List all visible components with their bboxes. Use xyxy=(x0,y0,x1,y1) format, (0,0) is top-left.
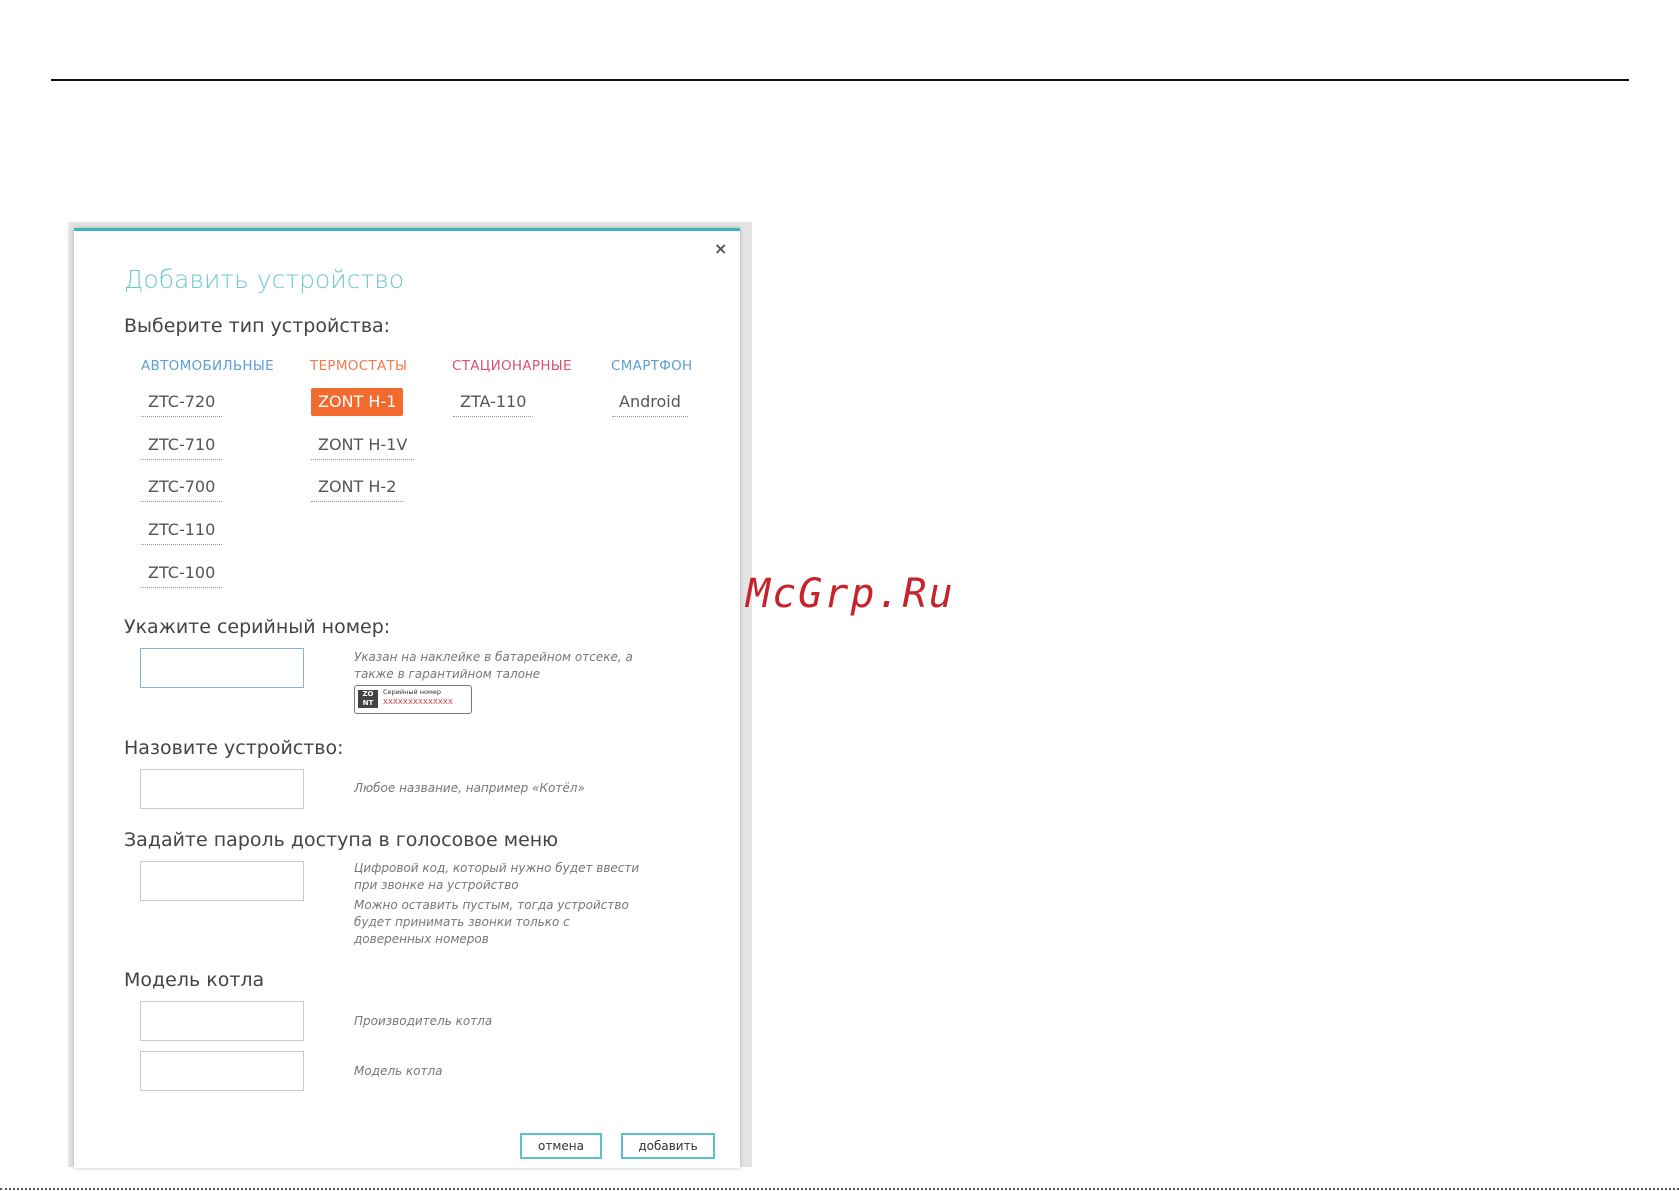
device-name-label: Назовите устройство: xyxy=(124,737,344,759)
serial-label: Укажите серийный номер: xyxy=(124,616,391,638)
device-zont-h1[interactable]: ZONT H-1 xyxy=(311,388,404,416)
zont-logo-icon: ZO NT xyxy=(358,690,378,708)
boiler-label: Модель котла xyxy=(124,969,265,991)
close-icon[interactable]: × xyxy=(714,239,727,258)
device-ztc-110[interactable]: ZTC-110 xyxy=(141,516,223,545)
serial-sticker-caption: Серийный номер xyxy=(383,688,442,696)
serial-hint: Указан на наклейке в батарейном отсеке, … xyxy=(354,650,633,681)
category-auto: АВТОМОБИЛЬНЫЕ xyxy=(141,358,274,374)
cancel-button[interactable]: отмена xyxy=(520,1133,602,1159)
category-smartphone: СМАРТФОН xyxy=(611,358,693,374)
add-button[interactable]: добавить xyxy=(621,1133,715,1159)
password-hint-1: Цифровой код, который нужно будет ввести… xyxy=(354,861,640,892)
boiler-manufacturer-hint: Производитель котла xyxy=(354,1014,493,1028)
device-zont-h1v[interactable]: ZONT H-1V xyxy=(311,431,415,460)
device-ztc-100[interactable]: ZTC-100 xyxy=(141,559,223,588)
password-label: Задайте пароль доступа в голосовое меню xyxy=(124,829,559,851)
serial-sticker-number: XXXXXXXXXXXXXX xyxy=(383,698,453,706)
device-name-input[interactable] xyxy=(140,769,304,809)
boiler-manufacturer-input[interactable] xyxy=(140,1001,304,1041)
category-thermostats: ТЕРМОСТАТЫ xyxy=(310,358,408,374)
device-ztc-700[interactable]: ZTC-700 xyxy=(141,473,223,502)
top-divider xyxy=(51,79,1629,81)
device-ztc-720[interactable]: ZTC-720 xyxy=(141,388,223,417)
add-device-dialog: × Добавить устройство Выберите тип устро… xyxy=(74,228,740,1168)
password-input[interactable] xyxy=(140,861,304,901)
dialog-title: Добавить устройство xyxy=(124,265,405,294)
serial-input[interactable] xyxy=(140,648,304,688)
serial-sticker-example: ZO NT Серийный номер XXXXXXXXXXXXXX xyxy=(354,685,472,714)
device-type-label: Выберите тип устройства: xyxy=(124,315,391,337)
device-name-hint: Любое название, например «Котёл» xyxy=(354,781,585,795)
device-android[interactable]: Android xyxy=(612,388,688,417)
password-hint-2: Можно оставить пустым, тогда устройство … xyxy=(354,898,629,946)
bottom-divider xyxy=(0,1188,1679,1190)
device-zont-h2[interactable]: ZONT H-2 xyxy=(311,473,404,502)
device-ztc-710[interactable]: ZTC-710 xyxy=(141,431,223,460)
boiler-model-hint: Модель котла xyxy=(354,1064,443,1078)
boiler-model-input[interactable] xyxy=(140,1051,304,1091)
watermark: McGrp.Ru xyxy=(746,571,955,617)
device-zta-110[interactable]: ZTA-110 xyxy=(453,388,534,417)
category-stationary: СТАЦИОНАРНЫЕ xyxy=(452,358,572,374)
